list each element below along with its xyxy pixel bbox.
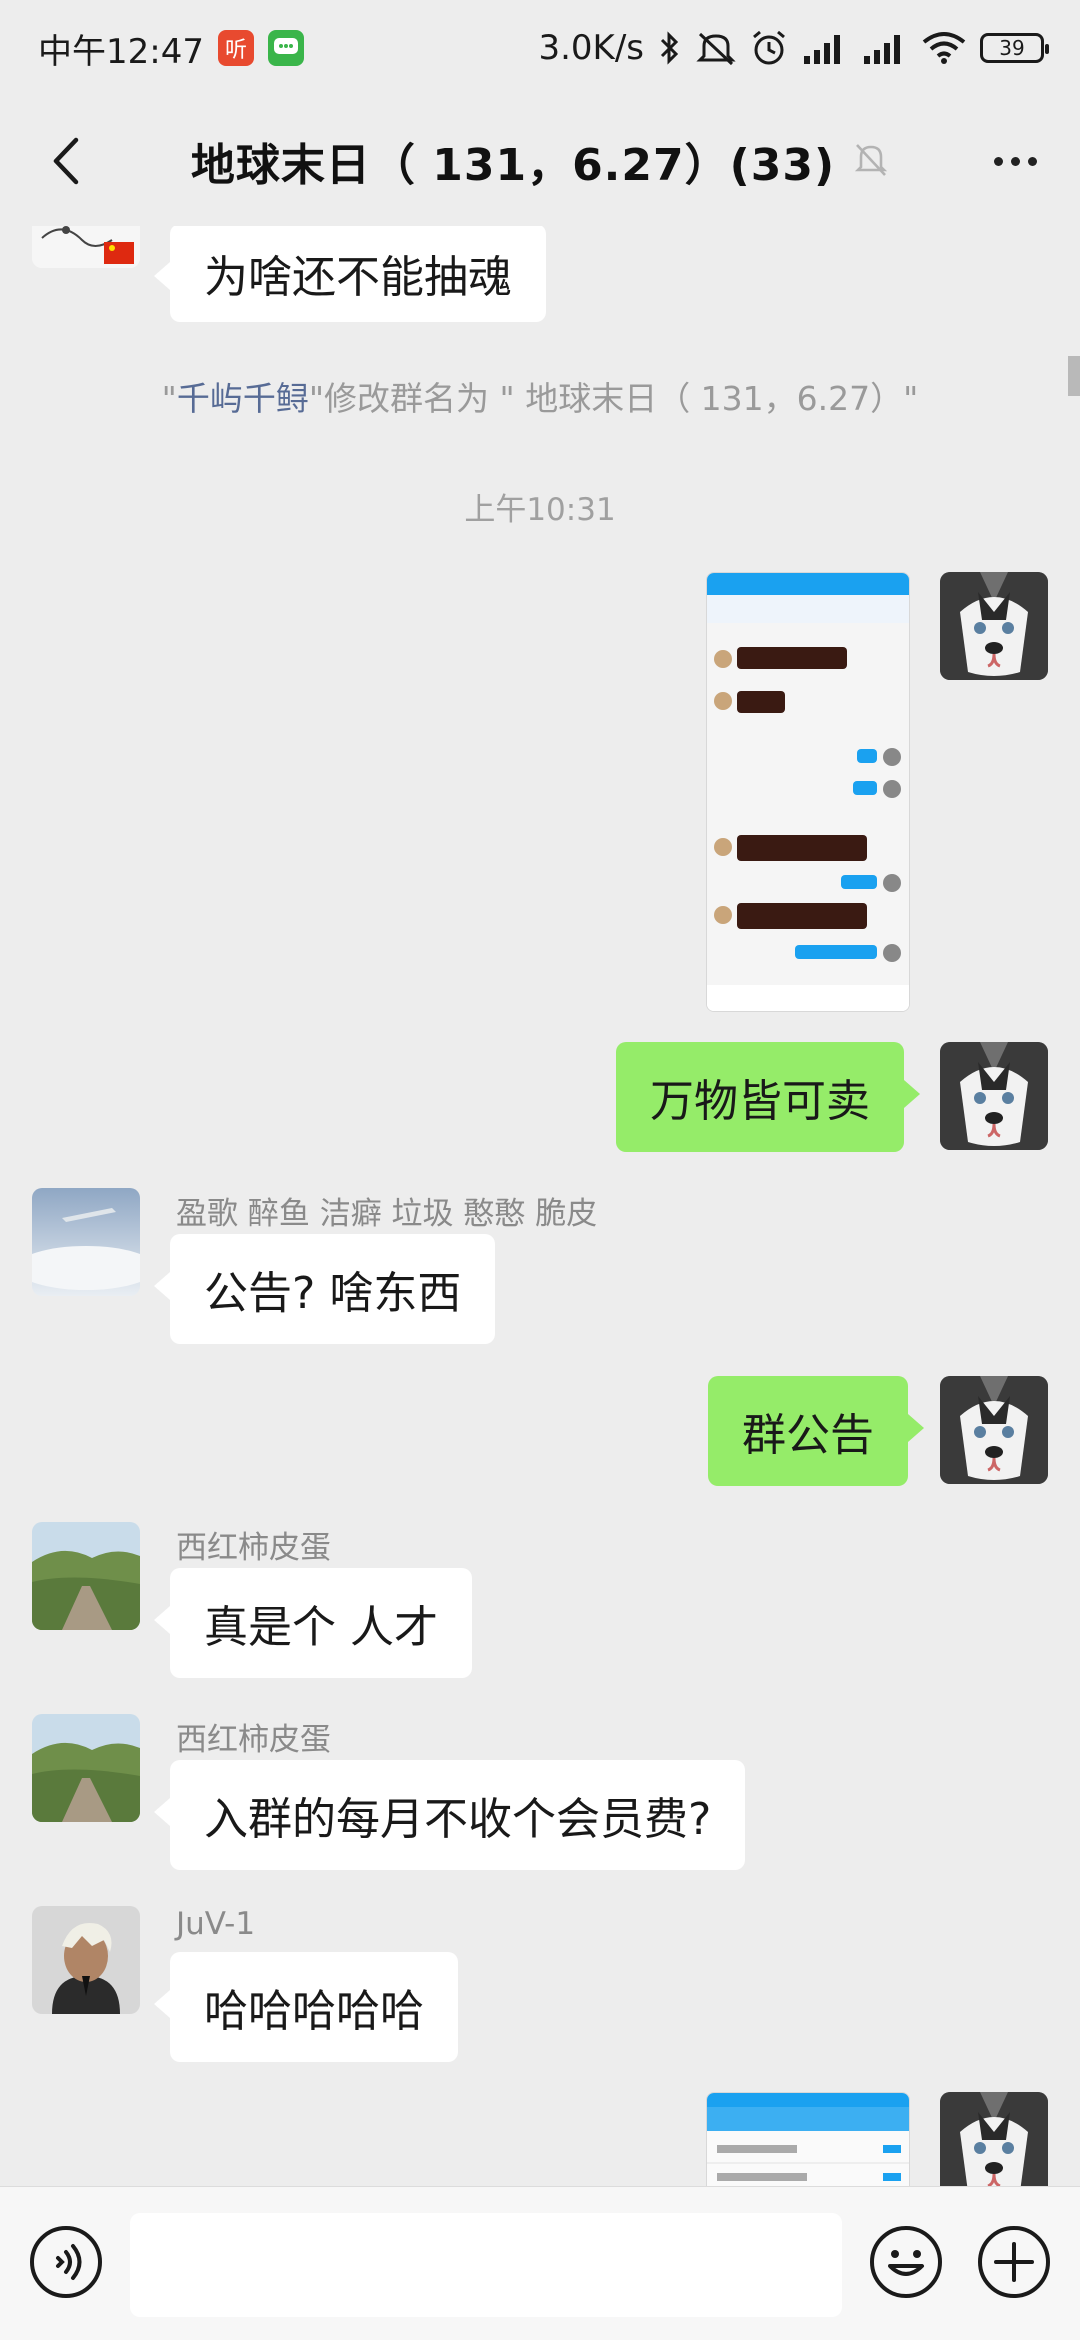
my-avatar[interactable] <box>940 2092 1048 2186</box>
quote-mark: " <box>161 379 177 418</box>
wifi-icon <box>922 31 966 65</box>
message-input[interactable] <box>130 2213 842 2317</box>
avatar[interactable] <box>32 1714 140 1822</box>
message-list[interactable]: 为啥还不能抽魂 "千屿千鲟"修改群名为 " 地球末日（ 131，6.27）" 上… <box>0 226 1080 2186</box>
avatar[interactable] <box>32 1188 140 1296</box>
mute-icon <box>696 30 736 66</box>
timestamp: 上午10:31 <box>464 492 616 528</box>
voice-button[interactable] <box>28 2224 104 2300</box>
my-avatar[interactable] <box>940 572 1048 680</box>
more-options-button[interactable] <box>980 126 1050 196</box>
message-text: 哈哈哈哈哈 <box>204 1986 424 2037</box>
emoji-icon <box>870 2226 942 2298</box>
chevron-left-icon <box>53 137 79 185</box>
message-text: 真是个 人才 <box>204 1602 438 1653</box>
message-text: 群公告 <box>742 1410 874 1461</box>
image-message[interactable] <box>706 572 910 1012</box>
dot-icon <box>1027 156 1037 166</box>
alarm-icon <box>750 29 788 67</box>
sender-name: 西红柿皮蛋 <box>176 1722 331 1758</box>
message-text: 为啥还不能抽魂 <box>204 252 512 303</box>
emoji-button[interactable] <box>868 2224 944 2300</box>
status-left: 中午12:47 听 <box>38 24 304 73</box>
status-bar: 中午12:47 听 3.0K/s 39 <box>0 0 1080 96</box>
image-message[interactable] <box>706 2092 910 2186</box>
status-time: 中午12:47 <box>38 31 204 72</box>
message-bubble-sent[interactable]: 群公告 <box>708 1376 924 1486</box>
avatar[interactable] <box>32 226 140 268</box>
message-bubble-sent[interactable]: 万物皆可卖 <box>616 1042 920 1152</box>
my-avatar[interactable] <box>940 1376 1048 1484</box>
network-speed: 3.0K/s <box>538 28 644 68</box>
sender-name: 西红柿皮蛋 <box>176 1530 331 1566</box>
title-bar: 地球末日（ 131，6.27）(33) <box>0 96 1080 226</box>
chat-title: 地球末日（ 131，6.27）(33) <box>190 140 836 191</box>
message-bubble[interactable]: 哈哈哈哈哈 <box>154 1952 458 2062</box>
avatar[interactable] <box>32 1522 140 1630</box>
avatar[interactable] <box>32 1906 140 2014</box>
bell-off-icon <box>853 141 889 181</box>
plus-icon <box>978 2226 1050 2298</box>
my-avatar[interactable] <box>940 1042 1048 1150</box>
user-link[interactable]: 千屿千鲟 <box>177 379 309 418</box>
battery-icon: 39 <box>980 33 1049 63</box>
dot-icon <box>993 156 1003 166</box>
system-message-text: "修改群名为 " 地球末日（ 131，6.27）" <box>308 379 919 418</box>
signal-icon-2 <box>862 32 908 64</box>
status-right: 3.0K/s 39 <box>538 28 1049 68</box>
message-bubble[interactable]: 真是个 人才 <box>154 1568 472 1678</box>
notification-app-icon: 听 <box>217 30 254 66</box>
more-functions-button[interactable] <box>976 2224 1052 2300</box>
voice-icon <box>30 2226 102 2298</box>
system-message: "千屿千鲟"修改群名为 " 地球末日（ 131，6.27）" <box>0 372 1080 420</box>
input-bar <box>0 2186 1080 2340</box>
dot-icon <box>1010 156 1020 166</box>
message-text: 入群的每月不收个会员费? <box>204 1794 712 1845</box>
chat-title-group: 地球末日（ 131，6.27）(33) <box>191 129 889 193</box>
bluetooth-icon <box>658 30 682 66</box>
message-text: 万物皆可卖 <box>650 1076 870 1127</box>
message-bubble[interactable]: 公告? 啥东西 <box>153 1234 496 1344</box>
sender-name: 盈歌 醉鱼 洁癖 垃圾 憨憨 脆皮 <box>176 1196 598 1232</box>
message-bubble[interactable]: 为啥还不能抽魂 <box>154 226 546 322</box>
signal-icon-1 <box>802 32 848 64</box>
sender-name: JuV-1 <box>176 1906 256 1942</box>
message-bubble[interactable]: 入群的每月不收个会员费? <box>153 1760 746 1870</box>
message-text: 公告? 啥东西 <box>204 1268 462 1319</box>
back-button[interactable] <box>30 126 100 196</box>
notification-message-icon <box>267 30 304 66</box>
